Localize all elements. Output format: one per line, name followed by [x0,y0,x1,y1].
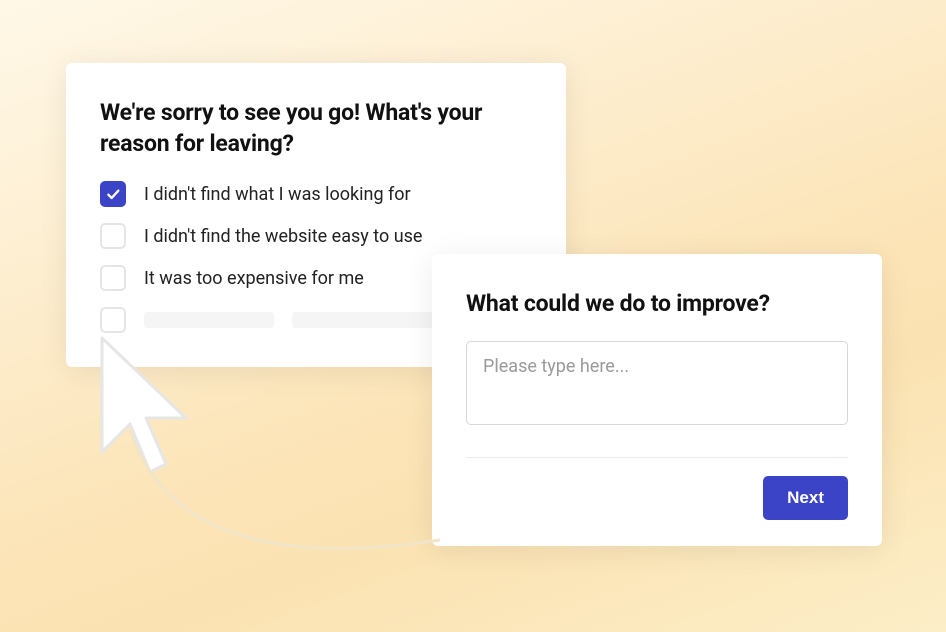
survey-title: We're sorry to see you go! What's your r… [100,97,532,159]
text-placeholder [292,312,442,328]
option-label: It was too expensive for me [144,268,364,289]
check-icon [105,186,121,202]
checkbox-checked[interactable] [100,181,126,207]
option-label: I didn't find the website easy to use [144,226,422,247]
button-row: Next [466,476,848,520]
feedback-input[interactable] [466,341,848,425]
survey-option[interactable]: I didn't find the website easy to use [100,223,532,249]
connector-line [120,410,450,600]
option-label: I didn't find what I was looking for [144,184,411,205]
checkbox-unchecked[interactable] [100,307,126,333]
checkbox-unchecked[interactable] [100,265,126,291]
survey-card-improve: What could we do to improve? Next [432,254,882,546]
checkbox-unchecked[interactable] [100,223,126,249]
divider [466,457,848,458]
survey-option[interactable]: I didn't find what I was looking for [100,181,532,207]
survey-title: What could we do to improve? [466,288,848,319]
text-placeholder [144,312,274,328]
next-button[interactable]: Next [763,476,848,520]
